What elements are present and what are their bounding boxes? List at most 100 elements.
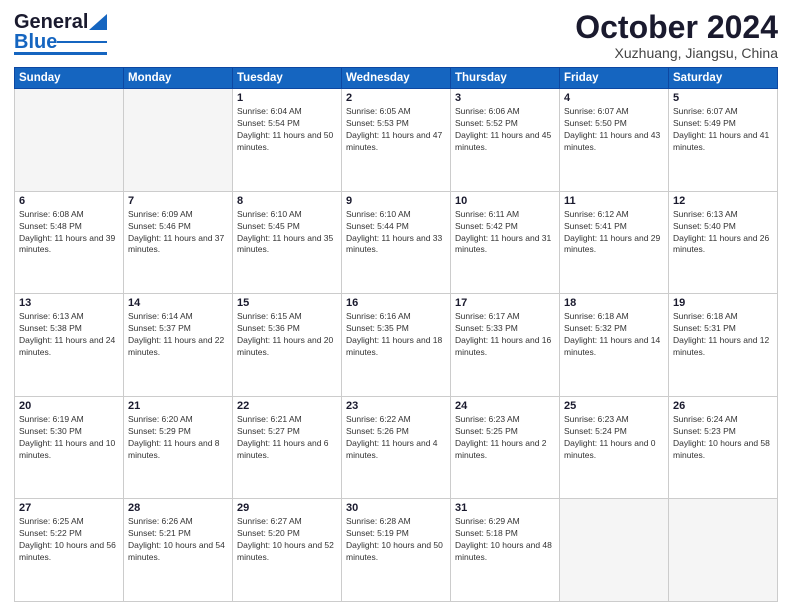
day-header-friday: Friday (560, 68, 669, 89)
day-info: Sunrise: 6:07 AM Sunset: 5:50 PM Dayligh… (564, 106, 664, 154)
calendar-cell (669, 499, 778, 602)
day-number: 28 (128, 502, 228, 514)
day-number: 24 (455, 400, 555, 412)
day-header-thursday: Thursday (451, 68, 560, 89)
day-info: Sunrise: 6:11 AM Sunset: 5:42 PM Dayligh… (455, 209, 555, 257)
calendar-cell: 20Sunrise: 6:19 AM Sunset: 5:30 PM Dayli… (15, 396, 124, 499)
calendar-cell: 21Sunrise: 6:20 AM Sunset: 5:29 PM Dayli… (124, 396, 233, 499)
day-number: 12 (673, 195, 773, 207)
day-number: 17 (455, 297, 555, 309)
page: General Blue October 2024 Xuzhuang, Jian… (0, 0, 792, 612)
calendar-cell: 16 Sunrise: 6:16 AM Sunset: 5:35 PM Dayli… (342, 294, 451, 397)
calendar-cell: 31 Sunrise: 6:29 AM Sunset: 5:18 PM Dayli… (451, 499, 560, 602)
calendar-cell: 19Sunrise: 6:18 AM Sunset: 5:31 PM Dayli… (669, 294, 778, 397)
day-info: Sunrise: 6:05 AM Sunset: 5:53 PM Dayligh… (346, 106, 446, 154)
calendar-cell: 8Sunrise: 6:10 AM Sunset: 5:45 PM Daylig… (233, 191, 342, 294)
calendar-cell: 23Sunrise: 6:22 AM Sunset: 5:26 PM Dayli… (342, 396, 451, 499)
calendar-cell: 7 Sunrise: 6:09 AM Sunset: 5:46 PM Daylig… (124, 191, 233, 294)
title-block: October 2024 Xuzhuang, Jiangsu, China (575, 10, 778, 61)
day-info: Sunrise: 6:19 AM Sunset: 5:30 PM Dayligh… (19, 414, 119, 462)
day-info: Sunrise: 6:09 AM Sunset: 5:46 PM Dayligh… (128, 209, 228, 257)
calendar-cell: 11Sunrise: 6:12 AM Sunset: 5:41 PM Dayli… (560, 191, 669, 294)
day-number: 7 (128, 195, 228, 207)
day-number: 21 (128, 400, 228, 412)
day-info: Sunrise: 6:17 AM Sunset: 5:33 PM Dayligh… (455, 311, 555, 359)
calendar-cell: 1Sunrise: 6:04 AM Sunset: 5:54 PM Daylig… (233, 89, 342, 192)
calendar-cell: 24 Sunrise: 6:23 AM Sunset: 5:25 PM Dayli… (451, 396, 560, 499)
logo-block: General Blue (14, 10, 107, 55)
month-title: October 2024 (575, 10, 778, 45)
day-header-wednesday: Wednesday (342, 68, 451, 89)
calendar-header: SundayMondayTuesdayWednesdayThursdayFrid… (15, 68, 778, 89)
day-number: 6 (19, 195, 119, 207)
day-info: Sunrise: 6:08 AM Sunset: 5:48 PM Dayligh… (19, 209, 119, 257)
day-info: Sunrise: 6:25 AM Sunset: 5:22 PM Dayligh… (19, 516, 119, 564)
day-info: Sunrise: 6:23 AM Sunset: 5:25 PM Dayligh… (455, 414, 555, 462)
calendar-cell: 3Sunrise: 6:06 AM Sunset: 5:52 PM Daylig… (451, 89, 560, 192)
calendar-cell: 9Sunrise: 6:10 AM Sunset: 5:44 PM Daylig… (342, 191, 451, 294)
calendar-cell: 22 Sunrise: 6:21 AM Sunset: 5:27 PM Dayli… (233, 396, 342, 499)
day-number: 5 (673, 92, 773, 104)
logo: General Blue (14, 10, 107, 55)
calendar-cell: 15Sunrise: 6:15 AM Sunset: 5:36 PM Dayli… (233, 294, 342, 397)
day-number: 4 (564, 92, 664, 104)
day-number: 22 (237, 400, 337, 412)
day-number: 19 (673, 297, 773, 309)
day-info: Sunrise: 6:21 AM Sunset: 5:27 PM Dayligh… (237, 414, 337, 462)
day-number: 23 (346, 400, 446, 412)
calendar-cell: 26Sunrise: 6:24 AM Sunset: 5:23 PM Dayli… (669, 396, 778, 499)
calendar-cell: 6 Sunrise: 6:08 AM Sunset: 5:48 PM Daylig… (15, 191, 124, 294)
calendar-cell: 4 Sunrise: 6:07 AM Sunset: 5:50 PM Daylig… (560, 89, 669, 192)
day-info: Sunrise: 6:12 AM Sunset: 5:41 PM Dayligh… (564, 209, 664, 257)
day-number: 13 (19, 297, 119, 309)
header-row: SundayMondayTuesdayWednesdayThursdayFrid… (15, 68, 778, 89)
day-number: 10 (455, 195, 555, 207)
calendar-cell: 28 Sunrise: 6:26 AM Sunset: 5:21 PM Dayli… (124, 499, 233, 602)
day-info: Sunrise: 6:29 AM Sunset: 5:18 PM Dayligh… (455, 516, 555, 564)
calendar-cell: 27 Sunrise: 6:25 AM Sunset: 5:22 PM Dayli… (15, 499, 124, 602)
calendar-cell: 30Sunrise: 6:28 AM Sunset: 5:19 PM Dayli… (342, 499, 451, 602)
calendar-cell: 18Sunrise: 6:18 AM Sunset: 5:32 PM Dayli… (560, 294, 669, 397)
day-info: Sunrise: 6:16 AM Sunset: 5:35 PM Dayligh… (346, 311, 446, 359)
day-info: Sunrise: 6:18 AM Sunset: 5:32 PM Dayligh… (564, 311, 664, 359)
calendar-cell: 17 Sunrise: 6:17 AM Sunset: 5:33 PM Dayli… (451, 294, 560, 397)
calendar-cell: 14Sunrise: 6:14 AM Sunset: 5:37 PM Dayli… (124, 294, 233, 397)
day-info: Sunrise: 6:10 AM Sunset: 5:44 PM Dayligh… (346, 209, 446, 257)
logo-triangle-icon (89, 10, 107, 30)
day-number: 1 (237, 92, 337, 104)
day-number: 16 (346, 297, 446, 309)
day-number: 15 (237, 297, 337, 309)
day-info: Sunrise: 6:13 AM Sunset: 5:40 PM Dayligh… (673, 209, 773, 257)
day-header-tuesday: Tuesday (233, 68, 342, 89)
calendar-cell (124, 89, 233, 192)
logo-text-general: General (14, 12, 88, 32)
calendar-cell: 2Sunrise: 6:05 AM Sunset: 5:53 PM Daylig… (342, 89, 451, 192)
logo-text-blue: Blue (14, 32, 57, 52)
day-info: Sunrise: 6:13 AM Sunset: 5:38 PM Dayligh… (19, 311, 119, 359)
calendar-cell: 5 Sunrise: 6:07 AM Sunset: 5:49 PM Daylig… (669, 89, 778, 192)
day-number: 8 (237, 195, 337, 207)
day-info: Sunrise: 6:26 AM Sunset: 5:21 PM Dayligh… (128, 516, 228, 564)
calendar-cell: 12 Sunrise: 6:13 AM Sunset: 5:40 PM Dayli… (669, 191, 778, 294)
week-row-3: 13 Sunrise: 6:13 AM Sunset: 5:38 PM Dayli… (15, 294, 778, 397)
calendar-cell: 25Sunrise: 6:23 AM Sunset: 5:24 PM Dayli… (560, 396, 669, 499)
day-info: Sunrise: 6:14 AM Sunset: 5:37 PM Dayligh… (128, 311, 228, 359)
day-number: 29 (237, 502, 337, 514)
header: General Blue October 2024 Xuzhuang, Jian… (14, 10, 778, 61)
day-number: 27 (19, 502, 119, 514)
day-header-monday: Monday (124, 68, 233, 89)
day-number: 3 (455, 92, 555, 104)
calendar-table: SundayMondayTuesdayWednesdayThursdayFrid… (14, 67, 778, 602)
day-header-sunday: Sunday (15, 68, 124, 89)
day-info: Sunrise: 6:07 AM Sunset: 5:49 PM Dayligh… (673, 106, 773, 154)
day-info: Sunrise: 6:24 AM Sunset: 5:23 PM Dayligh… (673, 414, 773, 462)
week-row-1: 1Sunrise: 6:04 AM Sunset: 5:54 PM Daylig… (15, 89, 778, 192)
calendar-cell: 13 Sunrise: 6:13 AM Sunset: 5:38 PM Dayli… (15, 294, 124, 397)
day-number: 31 (455, 502, 555, 514)
logo-underline (57, 41, 107, 44)
day-info: Sunrise: 6:27 AM Sunset: 5:20 PM Dayligh… (237, 516, 337, 564)
calendar-cell (15, 89, 124, 192)
location: Xuzhuang, Jiangsu, China (575, 45, 778, 61)
week-row-4: 20Sunrise: 6:19 AM Sunset: 5:30 PM Dayli… (15, 396, 778, 499)
day-info: Sunrise: 6:28 AM Sunset: 5:19 PM Dayligh… (346, 516, 446, 564)
